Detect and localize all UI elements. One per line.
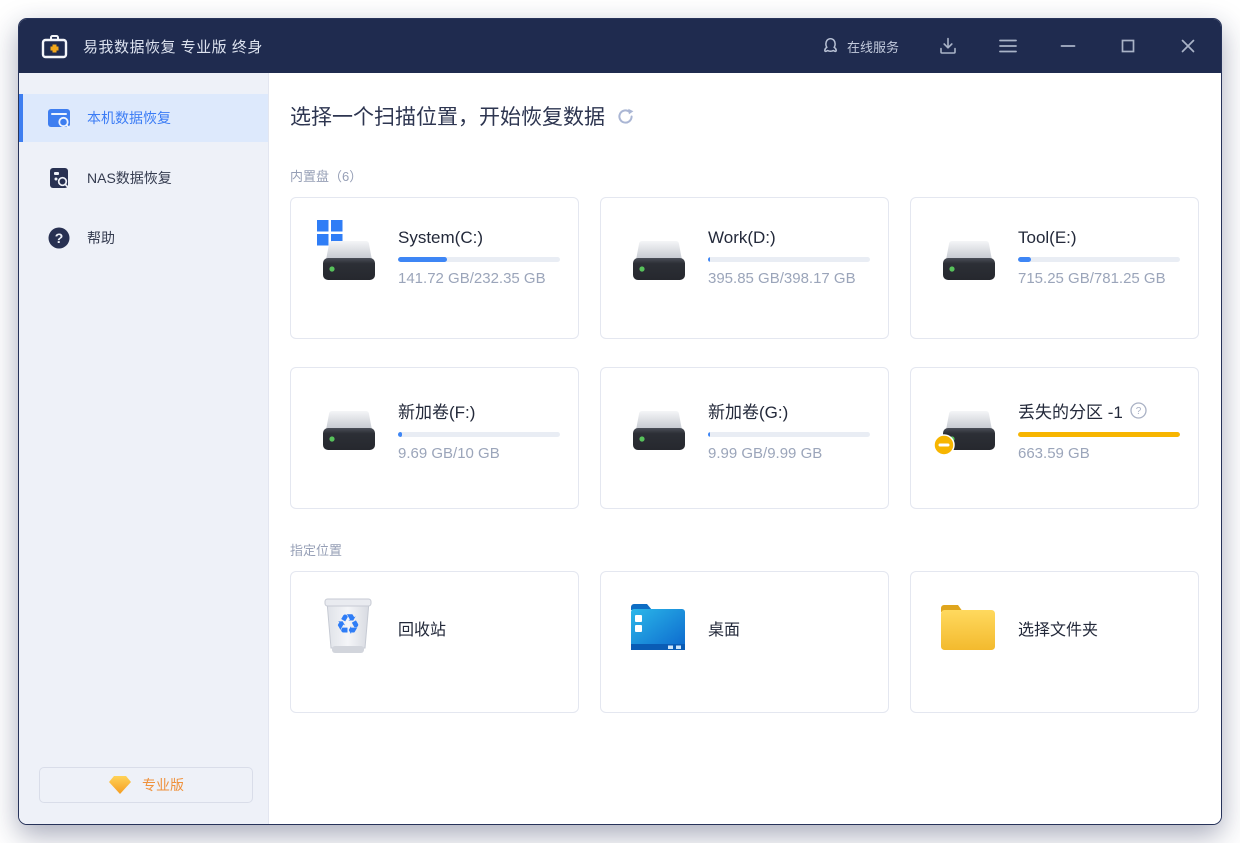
capacity-bar bbox=[398, 257, 560, 262]
page-title: 选择一个扫描位置，开始恢复数据 bbox=[290, 101, 605, 131]
capacity-bar bbox=[1018, 257, 1180, 262]
refresh-icon bbox=[617, 108, 634, 125]
hard-drive-icon bbox=[631, 240, 687, 282]
close-icon bbox=[1180, 38, 1196, 54]
sidebar-item-label: NAS数据恢复 bbox=[87, 168, 172, 188]
sidebar-item-help[interactable]: ? 帮助 bbox=[19, 214, 268, 262]
svg-text:?: ? bbox=[1136, 406, 1142, 417]
app-title: 易我数据恢复 专业版 终身 bbox=[83, 36, 263, 57]
drive-name: System(C:) bbox=[398, 228, 483, 248]
capacity-bar-fill bbox=[708, 432, 710, 437]
drive-capacity: 395.85 GB/398.17 GB bbox=[708, 270, 870, 287]
local-recovery-icon bbox=[47, 106, 71, 130]
sidebar-item-label: 本机数据恢复 bbox=[87, 108, 171, 128]
main-content: 选择一个扫描位置，开始恢复数据 内置盘（6） bbox=[269, 73, 1221, 824]
download-button[interactable] bbox=[937, 35, 959, 57]
capacity-bar-fill bbox=[708, 257, 710, 262]
capacity-bar bbox=[708, 257, 870, 262]
drive-card[interactable]: System(C:) 141.72 GB/232.35 GB bbox=[290, 197, 579, 339]
sidebar-item-nas-recovery[interactable]: NAS数据恢复 bbox=[19, 154, 268, 202]
sidebar-item-local-recovery[interactable]: 本机数据恢复 bbox=[19, 94, 268, 142]
drive-name: Work(D:) bbox=[708, 228, 776, 248]
location-label: 选择文件夹 bbox=[1018, 616, 1098, 640]
drive-card[interactable]: 丢失的分区 -1 ? 663.59 GB bbox=[910, 367, 1199, 509]
capacity-bar-fill bbox=[398, 257, 447, 262]
sidebar: 本机数据恢复 NAS数据恢复 ? 帮助 bbox=[19, 73, 269, 824]
online-service-label: 在线服务 bbox=[847, 37, 899, 56]
location-card-desktop[interactable]: 桌面 bbox=[600, 571, 889, 713]
recycle-bin-icon: ♻ bbox=[323, 598, 373, 658]
capacity-bar bbox=[398, 432, 560, 437]
location-label: 桌面 bbox=[708, 616, 740, 640]
location-card-choose-folder[interactable]: 选择文件夹 bbox=[910, 571, 1199, 713]
menu-icon bbox=[998, 38, 1018, 54]
drive-card[interactable]: 新加卷(G:) 9.99 GB/9.99 GB bbox=[600, 367, 889, 509]
capacity-bar bbox=[1018, 432, 1180, 437]
drive-card[interactable]: 新加卷(F:) 9.69 GB/10 GB bbox=[290, 367, 579, 509]
minimize-button[interactable] bbox=[1057, 35, 1079, 57]
hard-drive-icon bbox=[941, 240, 997, 282]
edition-upgrade-button[interactable]: 专业版 bbox=[39, 767, 253, 803]
capacity-bar bbox=[708, 432, 870, 437]
minus-badge-icon bbox=[933, 434, 955, 456]
choose-folder-icon bbox=[939, 604, 997, 652]
location-label: 回收站 bbox=[398, 616, 446, 640]
sidebar-item-label: 帮助 bbox=[87, 228, 115, 248]
drive-capacity: 663.59 GB bbox=[1018, 445, 1180, 462]
maximize-icon bbox=[1120, 38, 1136, 54]
internal-drives-grid: System(C:) 141.72 GB/232.35 GB bbox=[290, 197, 1199, 509]
capacity-bar-fill bbox=[1018, 257, 1031, 262]
drive-capacity: 9.99 GB/9.99 GB bbox=[708, 445, 870, 462]
question-circle-icon[interactable]: ? bbox=[1130, 402, 1147, 419]
refresh-button[interactable] bbox=[617, 107, 635, 125]
nas-recovery-icon bbox=[47, 166, 71, 190]
drive-card[interactable]: Work(D:) 395.85 GB/398.17 GB bbox=[600, 197, 889, 339]
minimize-icon bbox=[1060, 38, 1076, 54]
hard-drive-icon bbox=[321, 240, 377, 282]
drive-capacity: 715.25 GB/781.25 GB bbox=[1018, 270, 1180, 287]
svg-text:♻: ♻ bbox=[335, 608, 360, 641]
maximize-button[interactable] bbox=[1117, 35, 1139, 57]
drive-capacity: 141.72 GB/232.35 GB bbox=[398, 270, 560, 287]
titlebar: 易我数据恢复 专业版 终身 在线服务 bbox=[19, 19, 1221, 73]
drive-name: 丢失的分区 -1 bbox=[1018, 398, 1123, 423]
close-button[interactable] bbox=[1177, 35, 1199, 57]
diamond-icon bbox=[108, 775, 132, 795]
download-icon bbox=[938, 36, 958, 56]
online-service-button[interactable]: 在线服务 bbox=[822, 37, 899, 56]
menu-button[interactable] bbox=[997, 35, 1019, 57]
hard-drive-icon bbox=[631, 410, 687, 452]
drive-name: 新加卷(G:) bbox=[708, 398, 788, 423]
drive-card[interactable]: Tool(E:) 715.25 GB/781.25 GB bbox=[910, 197, 1199, 339]
drive-capacity: 9.69 GB/10 GB bbox=[398, 445, 560, 462]
svg-text:?: ? bbox=[55, 230, 64, 246]
section-specified-locations: 指定位置 bbox=[290, 540, 1199, 559]
capacity-bar-fill bbox=[398, 432, 402, 437]
app-window: 易我数据恢复 专业版 终身 在线服务 bbox=[18, 18, 1222, 825]
drive-name: Tool(E:) bbox=[1018, 228, 1077, 248]
edition-button-label: 专业版 bbox=[142, 775, 184, 795]
section-internal-drives: 内置盘（6） bbox=[290, 166, 1199, 185]
location-card-recycle-bin[interactable]: ♻ 回收站 bbox=[290, 571, 579, 713]
page: 易我数据恢复 专业版 终身 在线服务 bbox=[0, 0, 1240, 843]
desktop-folder-icon bbox=[629, 604, 687, 652]
penguin-icon bbox=[822, 37, 839, 55]
help-circle-icon: ? bbox=[47, 226, 71, 250]
capacity-bar-fill bbox=[1018, 432, 1180, 437]
app-logo-icon bbox=[41, 34, 68, 59]
drive-name: 新加卷(F:) bbox=[398, 398, 475, 423]
locations-grid: ♻ 回收站 bbox=[290, 571, 1199, 713]
hard-drive-icon bbox=[321, 410, 377, 452]
